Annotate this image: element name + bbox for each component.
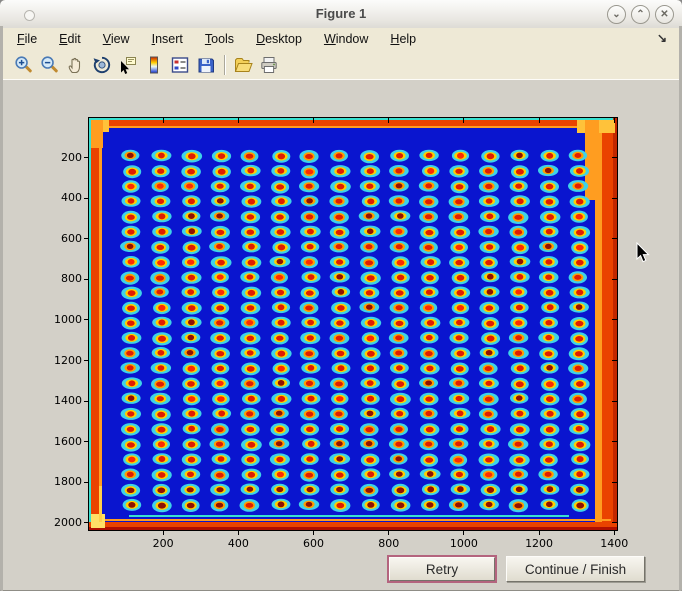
y-tick-label: 1000 — [32, 313, 82, 326]
title-bar[interactable]: Figure 1 ⌄ ⌃ ✕ — [0, 0, 682, 29]
pan-icon[interactable] — [63, 53, 89, 77]
y-tick-right — [612, 522, 617, 523]
y-tick-label: 2000 — [32, 516, 82, 529]
menu-item-view[interactable]: View — [99, 30, 140, 48]
y-tick-label: 400 — [32, 191, 82, 204]
window-title: Figure 1 — [0, 6, 682, 21]
plot-axes — [88, 117, 618, 531]
menu-item-help[interactable]: Help — [386, 30, 426, 48]
x-tick — [463, 531, 464, 535]
x-tick-label: 1400 — [584, 537, 644, 550]
save-icon[interactable] — [193, 53, 219, 77]
y-tick-label: 600 — [32, 232, 82, 245]
maximize-button[interactable]: ⌃ — [631, 5, 650, 24]
x-tick-top — [163, 118, 164, 123]
menu-item-insert[interactable]: Insert — [148, 30, 193, 48]
x-tick-top — [539, 118, 540, 123]
y-tick — [84, 360, 88, 361]
y-tick — [84, 441, 88, 442]
y-tick-right — [612, 360, 617, 361]
print-icon[interactable] — [256, 53, 282, 77]
y-tick-right — [612, 157, 617, 158]
y-tick — [84, 401, 88, 402]
menu-item-desktop[interactable]: Desktop — [252, 30, 312, 48]
y-tick — [84, 482, 88, 483]
zoom-out-icon[interactable] — [37, 53, 63, 77]
y-tick — [84, 238, 88, 239]
shade-button[interactable]: ⌄ — [607, 5, 626, 24]
x-tick-top — [238, 118, 239, 123]
dock-figure-icon[interactable]: ↘ — [657, 31, 667, 45]
y-tick-label: 1400 — [32, 394, 82, 407]
y-tick — [84, 319, 88, 320]
zoom-in-icon[interactable] — [11, 53, 37, 77]
x-tick-label: 600 — [284, 537, 344, 550]
x-tick-label: 200 — [133, 537, 193, 550]
retry-button[interactable]: Retry — [389, 557, 495, 581]
x-tick — [539, 531, 540, 535]
y-tick-label: 1600 — [32, 435, 82, 448]
x-tick-label: 800 — [359, 537, 419, 550]
y-tick — [84, 279, 88, 280]
menu-bar: File Edit View Insert Tools Desktop Window Help… — [3, 28, 679, 50]
menu-item-file[interactable]: File — [13, 30, 47, 48]
window-controls: ⌄ ⌃ ✕ — [607, 5, 674, 24]
menu-item-edit[interactable]: Edit — [55, 30, 91, 48]
y-tick-label: 1200 — [32, 354, 82, 367]
x-tick — [313, 531, 314, 535]
toolbar-separator — [224, 55, 225, 75]
x-tick-top — [463, 118, 464, 123]
data-cursor-icon[interactable] — [115, 53, 141, 77]
y-tick-right — [612, 198, 617, 199]
y-tick-right — [612, 319, 617, 320]
y-tick-right — [612, 482, 617, 483]
y-tick — [84, 157, 88, 158]
x-tick — [238, 531, 239, 535]
legend-icon[interactable] — [167, 53, 193, 77]
x-tick-top — [614, 118, 615, 123]
close-button[interactable]: ✕ — [655, 5, 674, 24]
rotate-3d-icon[interactable] — [89, 53, 115, 77]
open-icon[interactable] — [230, 53, 256, 77]
y-tick-label: 200 — [32, 151, 82, 164]
y-tick-label: 800 — [32, 272, 82, 285]
continue-finish-button[interactable]: Continue / Finish — [506, 556, 645, 582]
x-tick — [614, 531, 615, 535]
y-tick-label: 1800 — [32, 475, 82, 488]
x-tick-label: 1000 — [434, 537, 494, 550]
colorbar-icon[interactable] — [141, 53, 167, 77]
y-tick-right — [612, 401, 617, 402]
menu-item-tools[interactable]: Tools — [201, 30, 244, 48]
x-tick-label: 1200 — [509, 537, 569, 550]
x-tick-top — [313, 118, 314, 123]
y-tick — [84, 198, 88, 199]
x-tick — [163, 531, 164, 535]
y-tick-right — [612, 441, 617, 442]
figure-window: Figure 1 ⌄ ⌃ ✕ File Edit View Insert Tools Desk… — [0, 0, 682, 591]
figure-toolbar — [3, 50, 679, 80]
y-tick-right — [612, 238, 617, 239]
y-tick-right — [612, 279, 617, 280]
heatmap-image — [89, 118, 617, 530]
x-tick-label: 400 — [208, 537, 268, 550]
x-tick — [388, 531, 389, 535]
menu-item-window[interactable]: Window — [320, 30, 378, 48]
x-tick-top — [388, 118, 389, 123]
y-tick — [84, 522, 88, 523]
